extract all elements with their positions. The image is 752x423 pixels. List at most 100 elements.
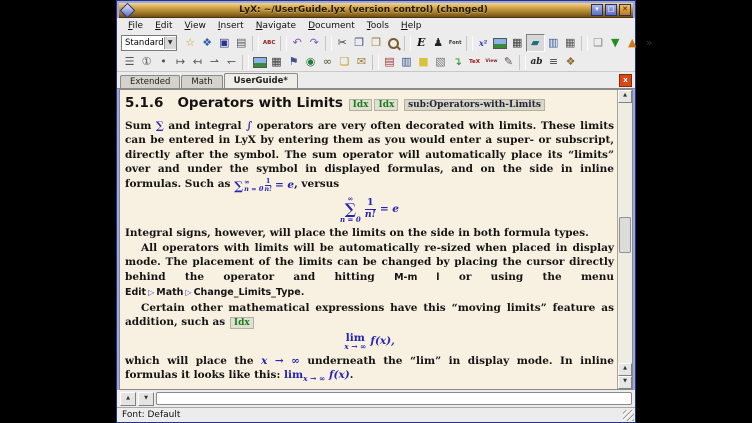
tex-mode-icon[interactable]: TeX — [466, 54, 483, 70]
toolbar-overflow-icon[interactable]: » — [641, 35, 658, 51]
resize-grip[interactable] — [623, 410, 634, 421]
toolbar-separator — [466, 36, 473, 51]
nav-down-icon[interactable]: ▼ — [607, 35, 624, 51]
menu-edit[interactable]: Edit — [150, 21, 177, 31]
font-dialog-icon[interactable]: Font — [447, 35, 464, 51]
insert-table2-icon[interactable]: ▦ — [268, 54, 285, 70]
noun-icon[interactable]: ♟ — [430, 35, 447, 51]
toolbar-separator — [242, 55, 249, 70]
numbered-list-icon[interactable]: ① — [138, 54, 155, 70]
document-canvas[interactable]: 5.1.6Operators with Limits IdxIdx sub:Op… — [120, 90, 617, 389]
history-down-icon[interactable]: ▼ — [138, 392, 154, 406]
menu-document[interactable]: Document — [303, 21, 360, 31]
titlebar[interactable]: LyX: ~/UserGuide.lyx (version control) (… — [119, 3, 633, 18]
scrollbar-thumb[interactable] — [619, 217, 631, 253]
main-toolbar-icons: ☆❖▣▤ABC↶↷✂❐❒E♟Fontx²▦▰▥▦❏▼▲» — [182, 34, 658, 52]
insert-table-icon[interactable]: ▦ — [509, 35, 526, 51]
inline-math-lim[interactable]: limx → ∞ f(x) — [284, 369, 350, 381]
body-text: Sum — [125, 120, 156, 132]
include-file-icon[interactable]: ↴ — [449, 54, 466, 70]
text-style-icon[interactable]: ab — [528, 54, 545, 70]
copy-icon[interactable]: ❐ — [351, 35, 368, 51]
redo-icon[interactable]: ↷ — [306, 35, 323, 51]
minibuffer-input[interactable] — [156, 392, 632, 405]
lim-operator: lim — [346, 333, 365, 343]
inline-math-sum-formula[interactable]: ∑∞n = 01n!= e — [234, 178, 294, 193]
tab-userguide[interactable]: UserGuide* — [224, 73, 298, 88]
body-text: or using the menu — [440, 271, 614, 283]
insert-graphics2-icon[interactable] — [251, 54, 268, 70]
menu-insert[interactable]: Insert — [213, 21, 249, 31]
binoculars-icon[interactable]: ∞ — [319, 54, 336, 70]
scroll-up-icon[interactable]: ▲ — [618, 363, 632, 376]
menu-view[interactable]: View — [180, 21, 211, 31]
emphasis-icon[interactable]: E — [413, 35, 430, 51]
open-document-icon[interactable]: ❖ — [199, 35, 216, 51]
folder-icon[interactable]: ❏ — [336, 54, 353, 70]
history-up-icon[interactable]: ▲ — [120, 392, 136, 406]
chevron-down-icon[interactable]: ▼ — [164, 37, 176, 49]
new-document-icon[interactable]: ☆ — [182, 35, 199, 51]
sigma-glyph: ∑ — [234, 179, 243, 193]
vertical-scrollbar[interactable]: ▲ ▲ ▼ — [617, 90, 632, 389]
toc-book-icon[interactable]: ▰ — [526, 34, 545, 52]
body-text: Note that the lim-function was entered a… — [141, 388, 516, 390]
tab-extended[interactable]: Extended — [120, 75, 180, 88]
indent-more-icon[interactable]: ↦ — [172, 54, 189, 70]
scrollbar-track[interactable] — [618, 103, 632, 363]
spellcheck-icon[interactable]: ABC — [261, 35, 278, 51]
math-mode-icon[interactable]: x² — [475, 35, 492, 51]
cut-icon[interactable]: ✂ — [334, 35, 351, 51]
minimize-button[interactable]: ▾ — [591, 4, 603, 16]
paragraph-style-selector[interactable]: Standard ▼ — [121, 35, 177, 51]
menu-help[interactable]: Help — [396, 21, 427, 31]
mail-icon[interactable]: ✉ — [353, 54, 370, 70]
nav-up-icon[interactable]: ▲ — [624, 35, 641, 51]
menu-navigate[interactable]: Navigate — [251, 21, 301, 31]
thesaurus-icon[interactable]: ❖ — [562, 54, 579, 70]
display-formula-sum[interactable]: ∞∑n = 0 1n! = e — [125, 195, 614, 223]
menu-separator-icon: ▷ — [183, 287, 193, 297]
float-inset-icon[interactable]: ▥ — [545, 35, 562, 51]
insert-graphics-icon[interactable] — [492, 35, 509, 51]
bullet-list-icon[interactable]: • — [155, 54, 172, 70]
index-inset[interactable]: Idx — [230, 317, 254, 329]
menu-tools[interactable]: Tools — [362, 21, 394, 31]
inline-math-x-to-infinity[interactable]: x → ∞ — [261, 355, 300, 367]
close-buffer-icon[interactable]: x — [619, 74, 632, 87]
paragraph-settings-icon[interactable]: ≡ — [545, 54, 562, 70]
insert-label-icon[interactable]: ⚑ — [285, 54, 302, 70]
menu-file[interactable]: File — [123, 21, 148, 31]
scroll-up-icon[interactable]: ▲ — [618, 90, 632, 103]
lim-operator: lim — [284, 369, 303, 381]
ert-inset-icon[interactable]: ▧ — [432, 54, 449, 70]
scroll-down-icon[interactable]: ▼ — [618, 376, 632, 389]
lyx-note-icon[interactable]: ■ — [415, 54, 432, 70]
close-button[interactable]: ✕ — [619, 4, 631, 16]
paste-icon[interactable]: ❒ — [368, 35, 385, 51]
lim-subscript: x → ∞ — [303, 374, 325, 383]
edit-pencil-icon[interactable]: ✎ — [500, 54, 517, 70]
label-inset[interactable]: sub:Operators-with-Limits — [404, 99, 545, 111]
tab-math[interactable]: Math — [181, 75, 222, 88]
note-inset-icon[interactable]: ▤ — [381, 54, 398, 70]
indent-less-icon[interactable]: ↤ — [189, 54, 206, 70]
index-inset[interactable]: Idx — [374, 99, 398, 111]
undo-icon[interactable]: ↶ — [289, 35, 306, 51]
display-formula-lim[interactable]: limx → ∞ f(x), — [125, 333, 614, 351]
margin-note-icon[interactable]: ▥ — [398, 54, 415, 70]
insert-url-icon[interactable]: ◉ — [302, 54, 319, 70]
find-replace-icon[interactable] — [385, 35, 402, 51]
inline-math-sum-symbol[interactable]: ∑ — [156, 120, 164, 132]
depth-more-icon[interactable]: ⇀ — [206, 54, 223, 70]
save-document-icon[interactable]: ▣ — [216, 35, 233, 51]
new-window-icon[interactable]: ❏ — [590, 35, 607, 51]
print-document-icon[interactable]: ▤ — [233, 35, 250, 51]
paragraph: Sum ∑ and integral ∫ operators are very … — [125, 119, 614, 194]
align-justify-icon[interactable]: ☰ — [121, 54, 138, 70]
view-dvi-icon[interactable]: View — [483, 54, 500, 70]
depth-less-icon[interactable]: ↽ — [223, 54, 240, 70]
index-inset[interactable]: Idx — [349, 99, 373, 111]
maximize-button[interactable]: □ — [605, 4, 617, 16]
tabular-inset-icon[interactable]: ▦ — [562, 35, 579, 51]
